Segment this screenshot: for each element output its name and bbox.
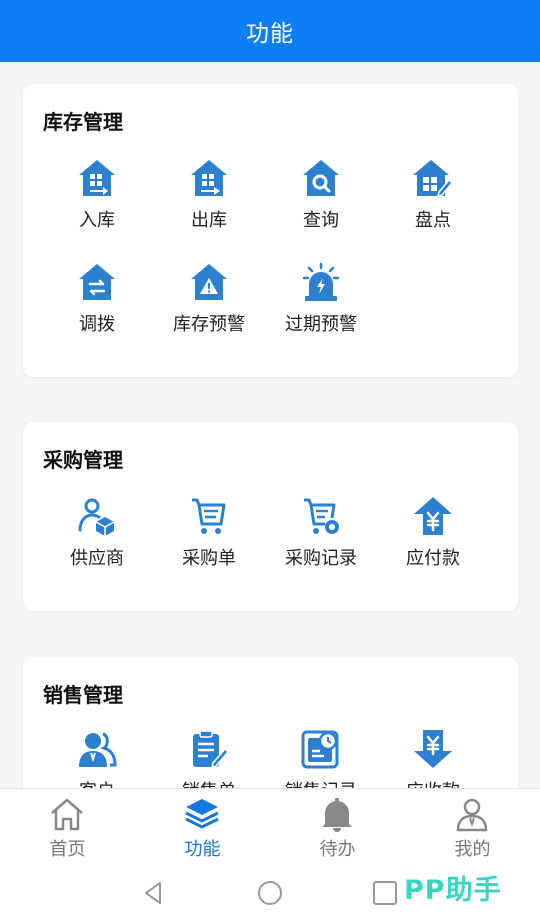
alarm-light-icon (302, 262, 340, 301)
item-receivable[interactable]: 应收款 (377, 729, 489, 788)
item-sales-record[interactable]: 销售记录 (265, 729, 377, 788)
bottom-tab-bar: 首页 功能 待办 我的 (0, 788, 540, 867)
section-purchase: 采购管理 供应商 采购单 采购记录 应付款 (23, 422, 518, 611)
function-list[interactable]: 库存管理 入库 出库 查询 盘点 调拨 库存预警 过期预警 采购管理 供应商 采… (0, 62, 540, 788)
item-label: 应收款 (377, 777, 489, 788)
tab-label: 功能 (184, 839, 221, 860)
item-label: 入库 (79, 210, 115, 231)
item-label: 采购单 (182, 548, 236, 569)
item-label: 查询 (303, 210, 339, 231)
section-title: 库存管理 (43, 110, 123, 134)
section-sales: 销售管理 客户 销售单 (23, 657, 518, 788)
item-query[interactable]: 查询 (265, 158, 377, 248)
item-stock-warning[interactable]: 库存预警 (153, 262, 265, 352)
recents-square-icon[interactable] (371, 879, 399, 907)
item-label: 销售单 (153, 777, 265, 788)
layers-icon (185, 799, 219, 829)
tab-label: 首页 (49, 839, 86, 860)
item-purchase-record[interactable]: 采购记录 (265, 496, 377, 586)
item-stock-out[interactable]: 出库 (153, 158, 265, 248)
customers-icon (79, 732, 117, 767)
tab-functions[interactable]: 功能 (135, 789, 270, 867)
cart-record-icon (304, 498, 339, 534)
home-icon (51, 798, 83, 831)
item-label: 供应商 (70, 548, 124, 569)
item-purchase-order[interactable]: 采购单 (153, 496, 265, 586)
item-customer[interactable]: 客户 (41, 729, 153, 788)
cart-list-icon (192, 498, 226, 534)
house-transfer-icon (79, 264, 115, 300)
item-label: 调拨 (79, 314, 115, 335)
section-title: 销售管理 (43, 683, 123, 707)
page-title: 功能 (246, 21, 294, 47)
item-stock-in[interactable]: 入库 (41, 158, 153, 248)
user-icon (456, 798, 488, 832)
item-label: 应付款 (406, 548, 460, 569)
section-inventory: 库存管理 入库 出库 查询 盘点 调拨 库存预警 过期预警 (23, 84, 518, 377)
tab-label: 我的 (454, 839, 491, 860)
item-label: 盘点 (415, 210, 451, 231)
item-label: 客户 (41, 777, 153, 788)
house-search-icon (303, 160, 339, 196)
item-supplier[interactable]: 供应商 (41, 496, 153, 586)
house-in-icon (79, 160, 115, 196)
supplier-icon (78, 498, 115, 536)
item-label: 采购记录 (285, 548, 357, 569)
tab-label: 待办 (319, 839, 356, 860)
item-payable[interactable]: 应付款 (377, 496, 489, 586)
clipboard-edit-icon (193, 730, 229, 769)
yuan-down-icon (414, 730, 452, 768)
yuan-up-icon (414, 497, 452, 535)
item-transfer[interactable]: 调拨 (41, 262, 153, 352)
item-label: 过期预警 (285, 314, 357, 335)
item-label: 销售记录 (265, 777, 377, 788)
bell-icon (322, 798, 352, 832)
item-sales-order[interactable]: 销售单 (153, 729, 265, 788)
item-expiry-warning[interactable]: 过期预警 (265, 262, 377, 352)
house-out-icon (191, 160, 227, 196)
tab-todo[interactable]: 待办 (270, 789, 405, 867)
app-header: 功能 (0, 0, 540, 62)
item-label: 出库 (191, 210, 227, 231)
tab-home[interactable]: 首页 (0, 789, 135, 867)
home-circle-icon[interactable] (256, 879, 284, 907)
item-stocktake[interactable]: 盘点 (377, 158, 489, 248)
item-label: 库存预警 (173, 314, 245, 335)
back-icon[interactable] (140, 879, 168, 907)
tab-mine[interactable]: 我的 (405, 789, 540, 867)
house-edit-icon (413, 160, 453, 198)
house-warning-icon (191, 264, 227, 300)
record-clock-icon (301, 730, 339, 769)
section-title: 采购管理 (43, 448, 123, 472)
watermark: PP助手 (404, 875, 502, 906)
